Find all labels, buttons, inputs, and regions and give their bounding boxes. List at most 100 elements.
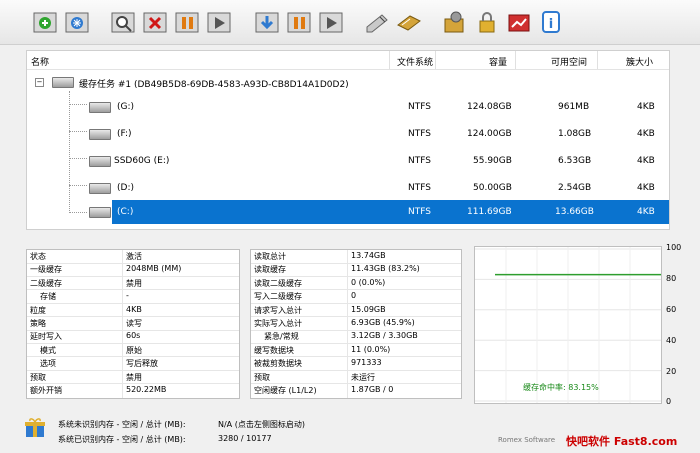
field-label: 策略: [30, 319, 46, 328]
col-cluster-header[interactable]: 簇大小: [626, 55, 653, 68]
field-value: -: [126, 291, 129, 301]
field-value: 2048MB (MM): [126, 264, 182, 274]
toolbar: i: [0, 0, 700, 45]
disk-capacity: 124.00GB: [467, 129, 512, 139]
field-label: 实际写入总计: [254, 319, 302, 328]
snowflake-icon[interactable]: [62, 7, 92, 37]
unrecognized-memory-value[interactable]: N/A (点击左侧图标启动): [218, 419, 305, 430]
field-label: 缓写数据块: [254, 345, 294, 355]
disk-name: (G:): [117, 102, 135, 112]
field-label: 粒度: [30, 305, 46, 315]
field-label: 读取缓存: [254, 265, 286, 275]
disk-free: 13.66GB: [555, 207, 594, 217]
cache-config-panel: 状态 激活 一级缓存 2048MB (MM) 二级缓存 禁用 存储 - 粒度 4KB 策略…: [26, 249, 240, 399]
disk-icon: [89, 207, 111, 218]
field-label: 存储: [40, 292, 56, 302]
recognized-memory-label: 系统已识别内存 - 空闲 / 总计 (MB):: [58, 435, 186, 444]
field-value: 6.93GB (45.9%): [351, 318, 415, 327]
field-label: 写入二级缓存: [254, 292, 302, 302]
tool-icon[interactable]: [394, 7, 424, 37]
pause-all-icon[interactable]: [284, 7, 314, 37]
table-row-selected[interactable]: (C:) NTFS 111.69GB 13.66GB 4KB: [27, 200, 669, 224]
field-value: 0 (0.0%): [351, 277, 386, 287]
lock-icon[interactable]: [472, 7, 502, 37]
field-label: 请求写入总计: [254, 305, 302, 315]
search-icon[interactable]: [108, 7, 138, 37]
settings-icon[interactable]: [440, 7, 470, 37]
field-value: 0: [351, 291, 357, 301]
hit-rate-graph: 缓存命中率: 83.15%: [474, 246, 662, 404]
disk-name: (C:): [117, 207, 134, 217]
disk-cluster: 4KB: [637, 207, 655, 217]
cache-task-list: 名称 文件系统 容量 可用空间 簇大小 − 缓存任务 #1 (DB49B5D8-…: [26, 50, 670, 230]
disk-cluster: 4KB: [637, 183, 655, 193]
cache-task-row[interactable]: − 缓存任务 #1 (DB49B5D8-69DB-4583-A93D-CB8D1…: [27, 70, 669, 94]
download-icon[interactable]: [252, 7, 282, 37]
delete-icon[interactable]: [140, 7, 170, 37]
field-value: 11 (0.0%): [351, 344, 391, 354]
col-free-header[interactable]: 可用空间: [551, 55, 587, 68]
col-fs-header[interactable]: 文件系统: [397, 55, 433, 68]
field-value: 写后释放: [126, 359, 158, 369]
col-capacity-header[interactable]: 容量: [489, 55, 507, 68]
field-value: 15.09GB: [351, 304, 386, 314]
collapse-icon[interactable]: −: [35, 78, 44, 87]
field-label: 紧急/常规: [264, 332, 299, 342]
disk-capacity: 55.90GB: [473, 156, 512, 166]
cache-task-icon: [52, 77, 74, 88]
graph-icon[interactable]: [504, 7, 534, 37]
disk-free: 6.53GB: [558, 156, 592, 166]
y-tick: 80: [666, 274, 677, 283]
pause-icon[interactable]: [172, 7, 202, 37]
disk-cluster: 4KB: [637, 102, 655, 112]
table-row[interactable]: (G:) NTFS 124.08GB 961MB 4KB: [27, 95, 669, 119]
field-value: 4KB: [126, 304, 142, 314]
disk-icon: [89, 102, 111, 113]
field-value: 激活: [126, 252, 142, 261]
field-value: 60s: [126, 331, 141, 341]
y-tick: 60: [666, 305, 677, 314]
disk-capacity: 50.00GB: [473, 183, 512, 193]
vendor-label: Romex Software: [498, 436, 556, 444]
recognized-memory-value: 3280 / 10177: [218, 434, 272, 443]
field-value: 3.12GB / 3.30GB: [351, 331, 418, 341]
field-label: 状态: [30, 252, 46, 261]
resume-all-icon[interactable]: [316, 7, 346, 37]
disk-free: 961MB: [558, 102, 590, 112]
disk-fs: NTFS: [408, 183, 431, 193]
table-row[interactable]: SSD60G (E:) NTFS 55.90GB 6.53GB 4KB: [27, 149, 669, 173]
field-value: 13.74GB: [351, 251, 386, 260]
disk-icon: [89, 129, 111, 140]
field-label: 读取二级缓存: [254, 278, 302, 288]
play-icon[interactable]: [204, 7, 234, 37]
edit-icon[interactable]: [362, 7, 392, 37]
hit-rate-chart: [475, 247, 661, 403]
hit-rate-label: 缓存命中率: 83.15%: [523, 383, 599, 392]
disk-fs: NTFS: [408, 156, 431, 166]
disk-icon: [89, 156, 111, 167]
gift-icon[interactable]: [24, 416, 46, 438]
field-label: 被裁剪数据块: [254, 359, 302, 369]
disk-fs: NTFS: [408, 102, 431, 112]
field-label: 读取总计: [254, 252, 286, 261]
field-value: 520.22MB: [126, 385, 167, 394]
disk-free: 2.54GB: [558, 183, 592, 193]
unrecognized-memory-label: 系统未识别内存 - 空闲 / 总计 (MB):: [58, 420, 186, 429]
cache-task-label: 缓存任务 #1 (DB49B5D8-69DB-4583-A93D-CB8D14A…: [79, 80, 349, 90]
disk-capacity: 124.08GB: [467, 102, 512, 112]
disk-cluster: 4KB: [637, 129, 655, 139]
info-icon[interactable]: i: [536, 7, 566, 37]
cache-stats-panel: 读取总计 13.74GB 读取缓存 11.43GB (83.2%) 读取二级缓存 0 …: [250, 249, 462, 399]
table-row[interactable]: (F:) NTFS 124.00GB 1.08GB 4KB: [27, 122, 669, 146]
watermark: 快吧软件 Fast8.com: [566, 435, 678, 448]
col-name-header[interactable]: 名称: [31, 55, 49, 68]
field-value: 禁用: [126, 278, 142, 288]
field-label: 预取: [254, 372, 270, 382]
new-cache-icon[interactable]: [30, 7, 60, 37]
field-label: 一级缓存: [30, 265, 62, 275]
field-label: 额外开销: [30, 386, 62, 395]
table-row[interactable]: (D:) NTFS 50.00GB 2.54GB 4KB: [27, 176, 669, 200]
field-label: 选项: [40, 359, 56, 369]
disk-cluster: 4KB: [637, 156, 655, 166]
field-value: 读写: [126, 319, 142, 328]
